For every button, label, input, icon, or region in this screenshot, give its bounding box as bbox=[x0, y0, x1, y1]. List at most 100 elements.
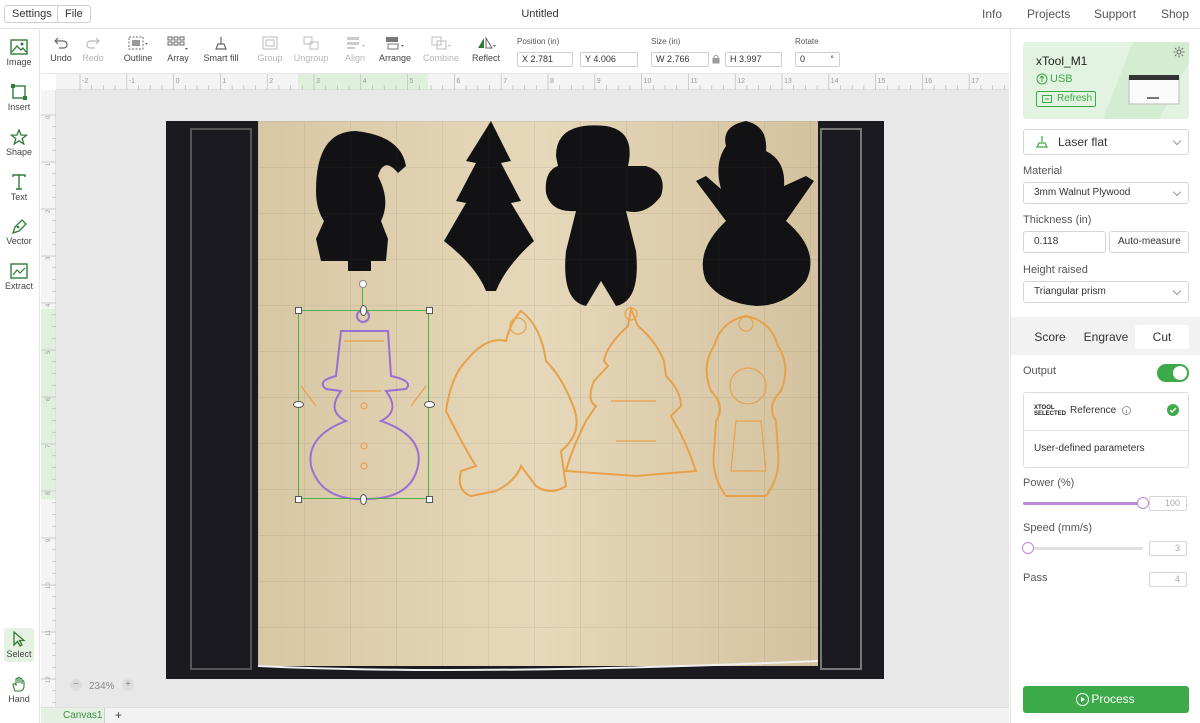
tab-engrave[interactable]: Engrave bbox=[1079, 325, 1133, 349]
power-slider-fill bbox=[1023, 502, 1143, 505]
speed-slider[interactable] bbox=[1022, 542, 1143, 554]
position-y-field[interactable]: Y 4.006 bbox=[580, 52, 638, 67]
combine-button[interactable]: Combine bbox=[422, 36, 460, 63]
auto-measure-button[interactable]: Auto-measure bbox=[1109, 231, 1189, 253]
device-card[interactable]: xTool_M1 USB Refresh bbox=[1023, 42, 1189, 119]
resize-handle[interactable] bbox=[295, 307, 302, 314]
material-select[interactable]: 3mm Walnut Plywood bbox=[1023, 182, 1189, 204]
nav-info[interactable]: Info bbox=[982, 7, 1002, 21]
ruler-label: 9 bbox=[46, 538, 52, 542]
align-button[interactable]: Align bbox=[342, 36, 368, 63]
rotate-handle[interactable] bbox=[359, 280, 367, 288]
smart-fill-icon bbox=[215, 37, 227, 50]
ruler-label: 5 bbox=[410, 78, 414, 85]
select-tool[interactable]: Select bbox=[4, 628, 34, 662]
stretch-handle[interactable] bbox=[360, 304, 367, 316]
output-toggle[interactable] bbox=[1157, 364, 1189, 382]
outline-button[interactable]: Outline bbox=[121, 36, 155, 63]
insert-tool[interactable]: Insert bbox=[0, 84, 38, 112]
size-h-field[interactable]: H 3.997 bbox=[725, 52, 782, 67]
resize-handle[interactable] bbox=[426, 307, 433, 314]
ruler-label: 1 bbox=[46, 162, 52, 166]
image-tool[interactable]: Image bbox=[0, 39, 38, 67]
tab-cut[interactable]: Cut bbox=[1135, 325, 1189, 349]
arrange-label: Arrange bbox=[378, 53, 412, 63]
ruler-label: 14 bbox=[831, 78, 839, 85]
zoom-out-button[interactable]: − bbox=[70, 679, 82, 691]
power-slider-knob[interactable] bbox=[1137, 497, 1149, 509]
power-slider[interactable] bbox=[1023, 497, 1149, 509]
group-button[interactable]: Group bbox=[257, 36, 283, 63]
hand-tool[interactable]: Hand bbox=[0, 676, 38, 704]
add-canvas-button[interactable]: + bbox=[115, 708, 122, 722]
ruler-label: 7 bbox=[46, 444, 52, 448]
canvas-tab[interactable]: Canvas1 bbox=[41, 708, 105, 723]
ruler-label: 17 bbox=[971, 78, 979, 85]
shape-tool[interactable]: Shape bbox=[0, 129, 38, 157]
user-defined-option[interactable]: User-defined parameters bbox=[1034, 443, 1145, 454]
stretch-handle[interactable] bbox=[292, 401, 304, 408]
stretch-handle[interactable] bbox=[360, 493, 367, 505]
vector-tool[interactable]: Vector bbox=[0, 218, 38, 246]
tab-score[interactable]: Score bbox=[1023, 325, 1077, 349]
resize-handle[interactable] bbox=[295, 496, 302, 503]
ruler-label: 7 bbox=[503, 78, 507, 85]
ungroup-button[interactable]: Ungroup bbox=[293, 36, 329, 63]
nav-projects[interactable]: Projects bbox=[1027, 7, 1070, 21]
chevron-down-icon bbox=[1172, 136, 1182, 146]
lock-icon[interactable] bbox=[712, 54, 720, 67]
thickness-input[interactable]: 0.118 bbox=[1023, 231, 1106, 253]
thickness-label: Thickness (in) bbox=[1023, 214, 1092, 226]
array-button[interactable]: Array bbox=[165, 36, 191, 63]
zoom-level[interactable]: 234% bbox=[89, 681, 115, 692]
ruler-label: 8 bbox=[46, 491, 52, 495]
align-icon bbox=[347, 37, 365, 49]
ruler-ticks: -2 -1 0 1 2 3 4 5 6 7 8 9 10 11 12 13 14 15 16 17 bbox=[79, 74, 1005, 90]
reflect-button[interactable]: Reflect bbox=[470, 36, 502, 63]
ruler-label: 6 bbox=[46, 397, 52, 401]
position-label: Position (in) bbox=[517, 37, 560, 46]
stretch-handle[interactable] bbox=[423, 401, 435, 408]
process-button[interactable]: Process bbox=[1023, 686, 1189, 713]
shape-tool-label: Shape bbox=[5, 147, 33, 157]
reference-option[interactable]: Reference bbox=[1070, 405, 1116, 416]
size-w-field[interactable]: W 2.766 bbox=[651, 52, 709, 67]
ruler-label: 0 bbox=[176, 78, 180, 85]
arrange-button[interactable]: Arrange bbox=[378, 36, 412, 63]
position-x-field[interactable]: X 2.781 bbox=[517, 52, 573, 67]
refresh-icon bbox=[1042, 95, 1052, 103]
power-value[interactable]: 100 bbox=[1149, 496, 1187, 511]
info-icon[interactable] bbox=[1122, 406, 1131, 415]
redo-button[interactable]: Redo bbox=[81, 36, 105, 63]
smart-fill-button[interactable]: Smart fill bbox=[202, 36, 240, 63]
extract-tool-label: Extract bbox=[4, 281, 33, 291]
align-label: Align bbox=[344, 53, 365, 63]
extract-tool[interactable]: Extract bbox=[0, 263, 38, 291]
ruler-label: 15 bbox=[878, 78, 886, 85]
nav-shop[interactable]: Shop bbox=[1161, 7, 1189, 21]
speed-value[interactable]: 3 bbox=[1149, 541, 1187, 556]
laser-mode-select[interactable]: Laser flat bbox=[1023, 129, 1189, 155]
resize-handle[interactable] bbox=[426, 496, 433, 503]
connection-type: USB bbox=[1050, 73, 1073, 85]
hand-icon bbox=[12, 676, 25, 692]
rotate-field[interactable]: 0 ° bbox=[795, 52, 840, 67]
speed-slider-knob[interactable] bbox=[1022, 542, 1034, 554]
zoom-in-button[interactable]: + bbox=[122, 679, 134, 691]
undo-button[interactable]: Undo bbox=[49, 36, 73, 63]
array-label: Array bbox=[167, 53, 189, 63]
selection-box[interactable] bbox=[298, 310, 429, 499]
refresh-button[interactable]: Refresh bbox=[1036, 91, 1096, 107]
text-tool[interactable]: Text bbox=[0, 174, 38, 202]
vertical-ruler: 0 1 2 3 4 5 6 7 8 9 10 11 12 bbox=[41, 90, 56, 707]
ruler-label: 4 bbox=[46, 303, 52, 307]
extract-icon bbox=[10, 263, 28, 279]
height-raised-label: Height raised bbox=[1023, 264, 1088, 276]
nav-support[interactable]: Support bbox=[1094, 7, 1136, 21]
height-raised-select[interactable]: Triangular prism bbox=[1023, 281, 1189, 303]
array-icon bbox=[167, 36, 188, 50]
pass-value[interactable]: 4 bbox=[1149, 572, 1187, 587]
camera-image[interactable] bbox=[166, 121, 884, 679]
gear-icon[interactable] bbox=[1173, 46, 1185, 58]
document-title: Untitled bbox=[521, 8, 559, 20]
